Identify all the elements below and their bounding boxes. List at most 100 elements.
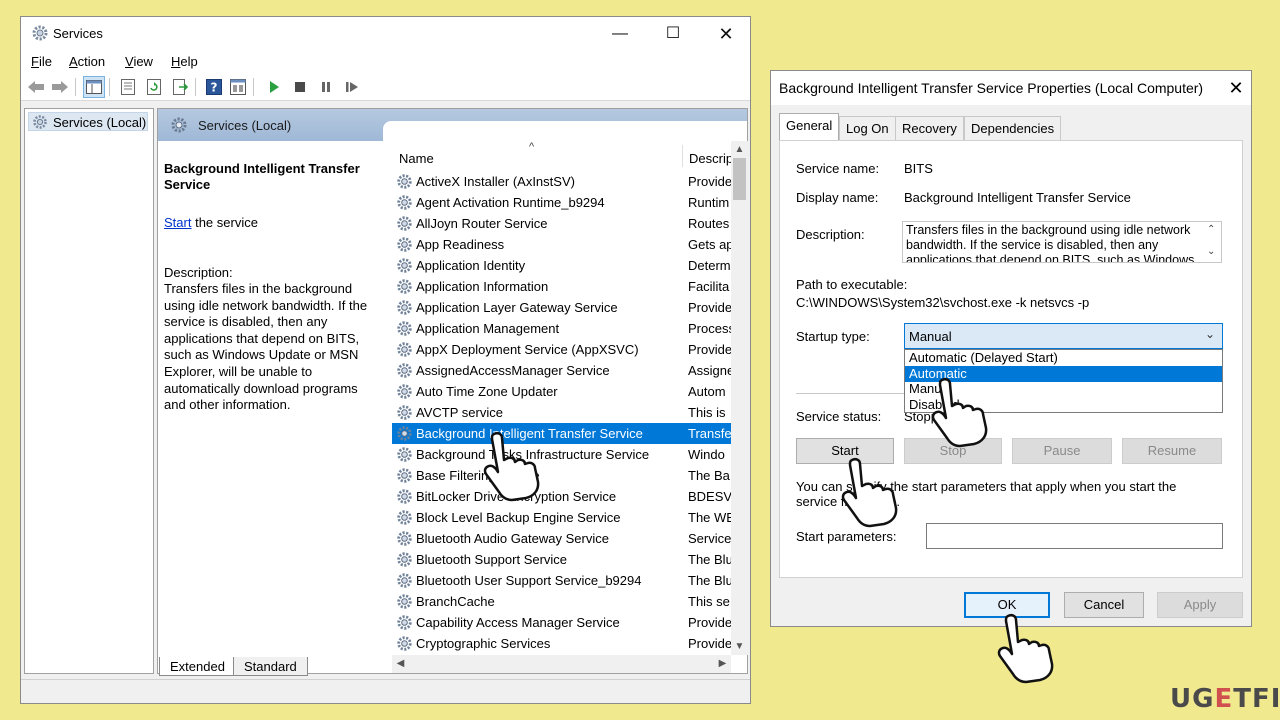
toolbar-separator: [109, 78, 110, 96]
table-row[interactable]: Bluetooth Audio Gateway Service Service: [392, 528, 732, 549]
tab-standard[interactable]: Standard: [233, 657, 308, 676]
menu-action[interactable]: Action: [69, 54, 105, 69]
view-tabs: Extended Standard: [157, 657, 748, 677]
service-status-label: Service status:: [796, 409, 882, 424]
vertical-scrollbar[interactable]: ▲ ▼: [731, 141, 748, 655]
table-row[interactable]: Background Intelligent Transfer Service T…: [392, 423, 732, 444]
scroll-thumb[interactable]: [733, 158, 746, 200]
path-value: C:\WINDOWS\System32\svchost.exe -k netsv…: [796, 295, 1090, 310]
scroll-up-icon[interactable]: ▲: [731, 141, 748, 158]
forward-arrow-icon[interactable]: [49, 76, 71, 98]
table-row[interactable]: BranchCache This se: [392, 591, 732, 612]
table-row[interactable]: Application Identity Determ: [392, 255, 732, 276]
menu-view[interactable]: View: [125, 54, 153, 69]
menu-file[interactable]: File: [31, 54, 52, 69]
gear-icon: [396, 509, 413, 526]
table-row[interactable]: AVCTP service This is: [392, 402, 732, 423]
table-row[interactable]: AllJoyn Router Service Routes: [392, 213, 732, 234]
table-row[interactable]: Bluetooth Support Service The Blu: [392, 549, 732, 570]
help-icon[interactable]: ?: [203, 76, 225, 98]
display-name-label: Display name:: [796, 190, 879, 205]
service-description: Routes: [688, 216, 730, 231]
back-arrow-icon[interactable]: [25, 76, 47, 98]
tab-extended[interactable]: Extended: [159, 657, 236, 676]
table-row[interactable]: Block Level Backup Engine Service The WE: [392, 507, 732, 528]
apply-button[interactable]: Apply: [1157, 592, 1243, 618]
startup-type-select[interactable]: Manual ⌄: [904, 323, 1223, 349]
detail-description-label: Description:: [164, 265, 233, 280]
properties-list-icon[interactable]: [117, 76, 139, 98]
restart-service-icon[interactable]: [341, 76, 363, 98]
service-description: Windo: [688, 447, 725, 462]
resume-button[interactable]: Resume: [1122, 438, 1222, 464]
gear-icon: [32, 25, 48, 41]
tab-general[interactable]: General: [779, 113, 840, 141]
chevron-down-icon[interactable]: ⌄: [1205, 327, 1215, 341]
service-name: App Readiness: [416, 237, 505, 252]
service-name: Application Management: [416, 321, 560, 336]
table-row[interactable]: App Readiness Gets ap: [392, 234, 732, 255]
pause-service-icon[interactable]: [315, 76, 337, 98]
service-description: The Blu: [688, 552, 732, 567]
pointer-hand-icon: [931, 377, 988, 448]
close-button[interactable]: ✕: [701, 17, 751, 51]
gear-icon: [396, 341, 413, 358]
table-row[interactable]: Cryptographic Services Provide: [392, 633, 732, 654]
table-row[interactable]: Background Tasks Infrastructure Service W…: [392, 444, 732, 465]
startup-type-label: Startup type:: [796, 329, 870, 344]
table-row[interactable]: Bluetooth User Support Service_b9294 The …: [392, 570, 732, 591]
table-row[interactable]: ActiveX Installer (AxInstSV) Provide: [392, 171, 732, 192]
column-divider[interactable]: [682, 145, 683, 167]
tree-item-services-local[interactable]: Services (Local): [28, 112, 148, 131]
service-name: AVCTP service: [416, 405, 503, 420]
service-description: This se: [688, 594, 730, 609]
table-row[interactable]: Capability Access Manager Service Provide: [392, 612, 732, 633]
description-textbox[interactable]: Transfers files in the background using …: [902, 221, 1222, 263]
table-row[interactable]: Application Information Facilita: [392, 276, 732, 297]
tab-log-on[interactable]: Log On: [839, 116, 896, 140]
show-action-pane-icon[interactable]: [227, 76, 249, 98]
column-header-name[interactable]: Name: [399, 151, 434, 166]
stop-service-icon[interactable]: [289, 76, 311, 98]
scroll-down-icon[interactable]: ▼: [731, 638, 748, 655]
service-name: Capability Access Manager Service: [416, 615, 620, 630]
table-row[interactable]: Agent Activation Runtime_b9294 Runtim: [392, 192, 732, 213]
show-hide-console-tree-icon[interactable]: [83, 76, 105, 98]
refresh-icon[interactable]: [143, 76, 165, 98]
chevron-up-icon[interactable]: ⌃: [1207, 224, 1215, 235]
table-row[interactable]: BitLocker Drive Encryption Service BDESV: [392, 486, 732, 507]
start-service-link[interactable]: Start: [164, 215, 191, 230]
service-name: Bluetooth Audio Gateway Service: [416, 531, 609, 546]
table-row[interactable]: Base Filtering Engine The Ba: [392, 465, 732, 486]
table-row[interactable]: AssignedAccessManager Service Assigne: [392, 360, 732, 381]
gear-icon: [396, 446, 413, 463]
detail-service-title: Background Intelligent Transfer Service: [164, 161, 360, 192]
start-parameters-input[interactable]: [926, 523, 1223, 549]
gear-icon: [396, 467, 413, 484]
maximize-button[interactable]: ☐: [648, 17, 698, 51]
description-label: Description:: [796, 227, 865, 242]
pause-button[interactable]: Pause: [1012, 438, 1112, 464]
export-list-icon[interactable]: [169, 76, 191, 98]
table-row[interactable]: Auto Time Zone Updater Autom: [392, 381, 732, 402]
toolbar-separator: [253, 78, 254, 96]
cancel-button[interactable]: Cancel: [1064, 592, 1144, 618]
tab-recovery[interactable]: Recovery: [895, 116, 964, 140]
service-name: AllJoyn Router Service: [416, 216, 548, 231]
start-service-icon[interactable]: [263, 76, 285, 98]
watermark-logo: UGETFIX: [1170, 684, 1280, 714]
table-row[interactable]: Application Layer Gateway Service Provide: [392, 297, 732, 318]
dialog-close-button[interactable]: ✕: [1221, 71, 1251, 105]
table-row[interactable]: AppX Deployment Service (AppXSVC) Provide: [392, 339, 732, 360]
gear-icon: [396, 215, 413, 232]
gear-icon: [396, 299, 413, 316]
service-name: Cryptographic Services: [416, 636, 551, 651]
minimize-button[interactable]: —: [595, 17, 645, 51]
table-row[interactable]: Application Management Process: [392, 318, 732, 339]
menu-help[interactable]: Help: [171, 54, 198, 69]
service-name-value: BITS: [904, 161, 933, 176]
column-header-description[interactable]: Descrip: [689, 151, 733, 166]
startup-option[interactable]: Automatic (Delayed Start): [905, 350, 1222, 366]
chevron-down-icon[interactable]: ⌄: [1207, 246, 1215, 257]
tab-dependencies[interactable]: Dependencies: [964, 116, 1062, 140]
